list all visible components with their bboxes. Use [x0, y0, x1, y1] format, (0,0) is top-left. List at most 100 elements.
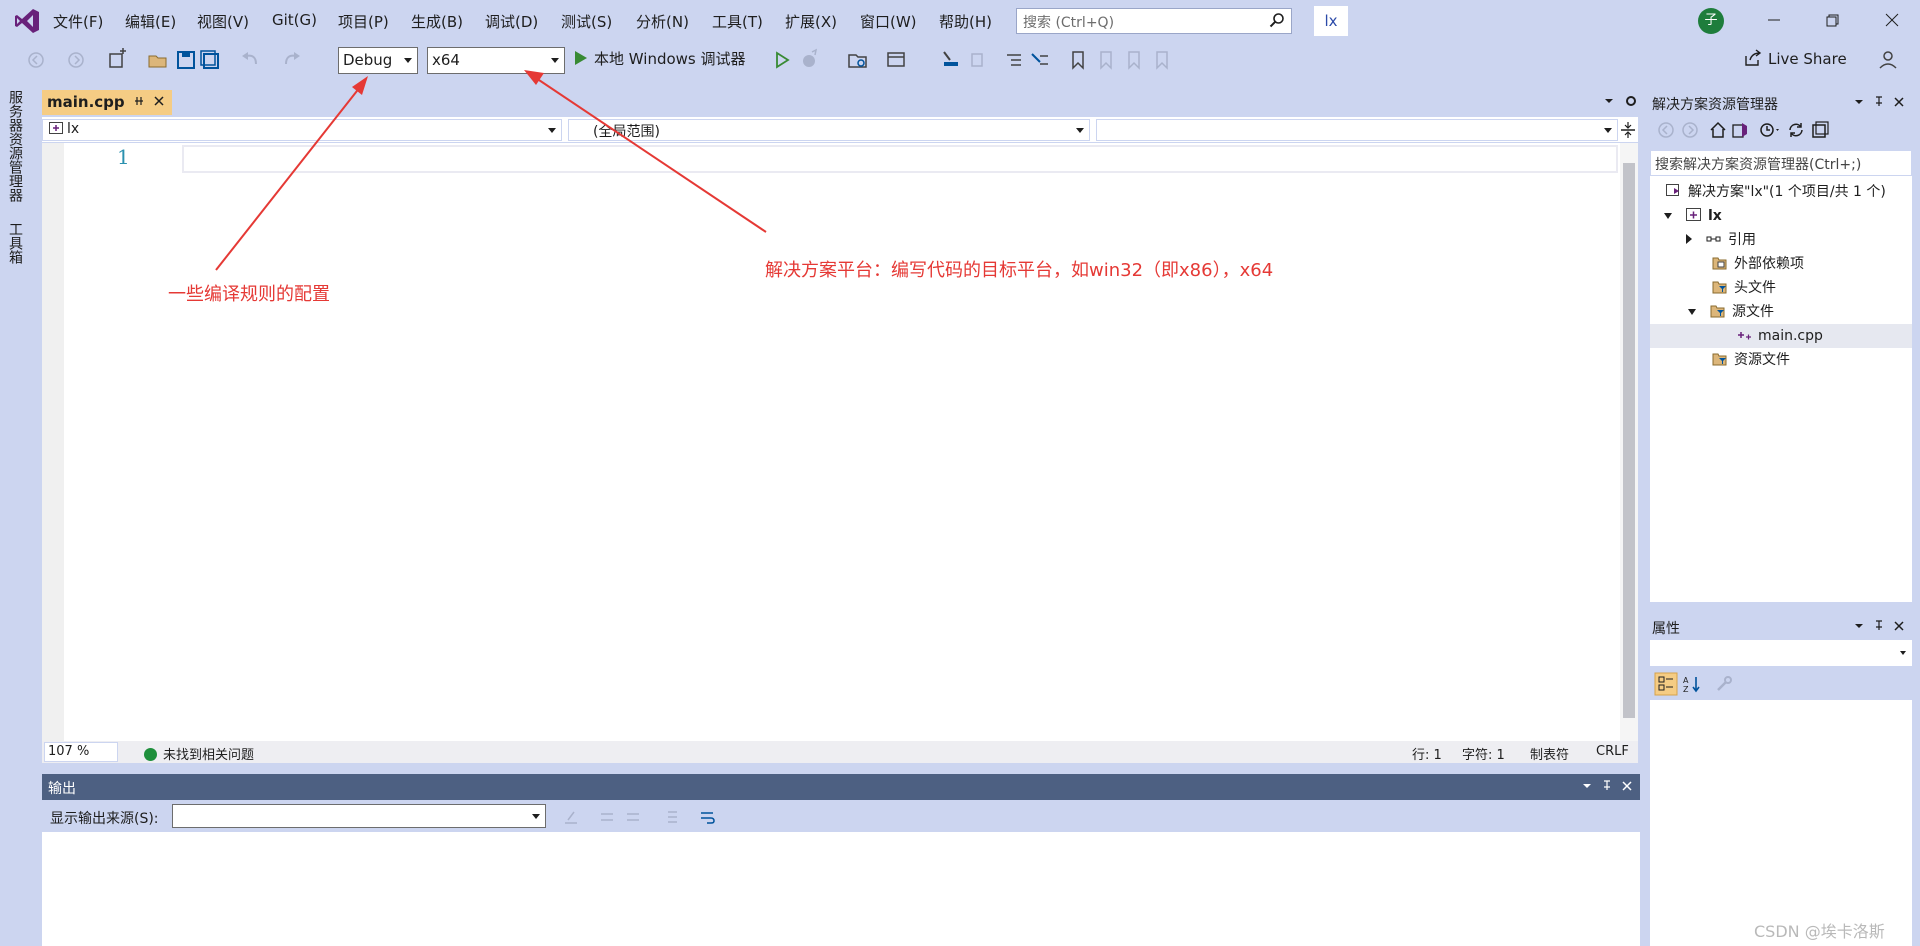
- save-all-icon[interactable]: [198, 48, 222, 72]
- menu-extensions[interactable]: 扩展(X): [785, 11, 837, 32]
- menu-help[interactable]: 帮助(H): [939, 11, 992, 32]
- feedback-icon[interactable]: [1876, 48, 1900, 72]
- menu-analyze[interactable]: 分析(N): [636, 11, 689, 32]
- solution-platform-dropdown[interactable]: x64: [427, 47, 565, 74]
- scope-dropdown[interactable]: (全局范围): [568, 119, 1090, 141]
- output-text-area[interactable]: [42, 832, 1640, 946]
- minimize-icon[interactable]: [1762, 8, 1786, 32]
- solution-explorer-toggle-icon[interactable]: [846, 48, 870, 72]
- undo-icon[interactable]: [238, 48, 262, 72]
- split-window-icon[interactable]: [1620, 121, 1636, 139]
- toolbox-tab[interactable]: 工具箱: [5, 222, 25, 264]
- clear-all-icon[interactable]: [662, 808, 680, 826]
- menu-git[interactable]: Git(G): [272, 11, 317, 29]
- step-into-icon[interactable]: [938, 48, 962, 72]
- bookmark-icon[interactable]: [1066, 48, 1090, 72]
- server-explorer-tab[interactable]: 服务器资源管理器: [5, 90, 25, 202]
- solution-name-badge[interactable]: lx: [1314, 6, 1348, 36]
- menu-debug[interactable]: 调试(D): [485, 11, 538, 32]
- expanded-chevron-icon[interactable]: [1664, 213, 1672, 219]
- navigate-forward-icon[interactable]: [64, 48, 88, 72]
- tree-item-resource-files[interactable]: 资源文件: [1712, 348, 1790, 372]
- project-dropdown[interactable]: lx: [42, 119, 562, 141]
- expanded-chevron-icon[interactable]: [1688, 309, 1696, 315]
- redo-icon[interactable]: [280, 48, 304, 72]
- member-dropdown[interactable]: [1096, 119, 1618, 141]
- editor-vertical-scrollbar[interactable]: [1620, 143, 1638, 741]
- zoom-dropdown[interactable]: 107 %: [44, 742, 118, 762]
- account-avatar[interactable]: 子: [1698, 8, 1724, 34]
- window-options-icon[interactable]: [1852, 619, 1866, 633]
- tab-overflow-icon[interactable]: [1602, 94, 1616, 108]
- tab-settings-gear-icon[interactable]: [1624, 94, 1638, 108]
- find-message-icon[interactable]: [562, 808, 580, 826]
- solution-configuration-dropdown[interactable]: Debug: [338, 47, 418, 74]
- scrollbar-thumb[interactable]: [1623, 163, 1635, 718]
- step-over-icon[interactable]: [966, 48, 990, 72]
- pending-changes-filter-icon[interactable]: [1758, 120, 1782, 140]
- next-message-icon[interactable]: [624, 808, 642, 826]
- menu-build[interactable]: 生成(B): [411, 11, 463, 32]
- menu-file[interactable]: 文件(F): [53, 11, 103, 32]
- previous-message-icon[interactable]: [598, 808, 616, 826]
- whitespace-indicator[interactable]: 制表符: [1530, 744, 1569, 763]
- menu-project[interactable]: 项目(P): [338, 11, 389, 32]
- pin-icon[interactable]: [1600, 779, 1614, 793]
- start-debugging-button[interactable]: 本地 Windows 调试器: [574, 48, 746, 72]
- comment-lines-icon[interactable]: [1002, 48, 1026, 72]
- document-tab-main-cpp[interactable]: main.cpp: [42, 90, 172, 115]
- pin-icon[interactable]: [1872, 95, 1886, 109]
- live-share-button[interactable]: Live Share: [1744, 49, 1847, 68]
- restore-icon[interactable]: [1820, 8, 1844, 32]
- pin-icon[interactable]: [1872, 619, 1886, 633]
- close-pane-icon[interactable]: [1620, 779, 1634, 793]
- properties-object-dropdown[interactable]: [1650, 640, 1912, 666]
- uncomment-lines-icon[interactable]: [1028, 48, 1052, 72]
- menu-tools[interactable]: 工具(T): [712, 11, 763, 32]
- previous-bookmark-icon[interactable]: [1094, 48, 1118, 72]
- output-source-dropdown[interactable]: [172, 804, 546, 828]
- home-icon[interactable]: [1708, 120, 1728, 140]
- pin-icon[interactable]: [132, 94, 146, 108]
- sync-icon[interactable]: [1786, 120, 1806, 140]
- menu-view[interactable]: 视图(V): [197, 11, 249, 32]
- open-file-icon[interactable]: [146, 48, 170, 72]
- close-tab-icon[interactable]: [152, 94, 166, 108]
- switch-views-icon[interactable]: [1730, 120, 1750, 140]
- word-wrap-icon[interactable]: [698, 808, 716, 826]
- back-icon[interactable]: [1656, 120, 1676, 140]
- collapse-all-icon[interactable]: [1810, 120, 1830, 140]
- hot-reload-icon[interactable]: [798, 48, 822, 72]
- solution-explorer-search-input[interactable]: 搜索解决方案资源管理器(Ctrl+;): [1650, 150, 1912, 176]
- window-options-icon[interactable]: [1580, 779, 1594, 793]
- tree-item-source-files[interactable]: 源文件: [1688, 300, 1774, 324]
- tree-item-external-dependencies[interactable]: 外部依赖项: [1712, 252, 1804, 276]
- alphabetical-icon[interactable]: AZ: [1682, 674, 1702, 694]
- forward-icon[interactable]: [1680, 120, 1700, 140]
- tree-item-solution[interactable]: 解决方案"lx"(1 个项目/共 1 个): [1666, 180, 1886, 204]
- tree-item-project-lx[interactable]: lx: [1664, 204, 1722, 228]
- menu-window[interactable]: 窗口(W): [860, 11, 917, 32]
- menu-edit[interactable]: 编辑(E): [125, 11, 176, 32]
- tree-item-header-files[interactable]: 头文件: [1712, 276, 1776, 300]
- property-pages-icon[interactable]: [1714, 674, 1734, 694]
- navigate-back-icon[interactable]: [24, 48, 48, 72]
- close-pane-icon[interactable]: [1892, 95, 1906, 109]
- global-search-input[interactable]: 搜索 (Ctrl+Q): [1016, 8, 1292, 34]
- next-bookmark-icon[interactable]: [1122, 48, 1146, 72]
- window-options-icon[interactable]: [1852, 95, 1866, 109]
- close-window-icon[interactable]: [1880, 8, 1904, 32]
- menu-test[interactable]: 测试(S): [561, 11, 612, 32]
- code-editor[interactable]: 1: [42, 143, 1620, 741]
- collapsed-chevron-icon[interactable]: [1686, 234, 1692, 244]
- save-icon[interactable]: [174, 48, 198, 72]
- line-ending-indicator[interactable]: CRLF: [1596, 744, 1629, 759]
- clear-bookmarks-icon[interactable]: [1150, 48, 1174, 72]
- close-pane-icon[interactable]: [1892, 619, 1906, 633]
- properties-grid[interactable]: [1650, 700, 1912, 946]
- new-project-icon[interactable]: [106, 48, 130, 72]
- start-without-debugging-icon[interactable]: [770, 48, 794, 72]
- issues-indicator[interactable]: 未找到相关问题: [144, 744, 254, 763]
- categorized-icon[interactable]: [1654, 672, 1678, 696]
- layout-icon[interactable]: [884, 48, 908, 72]
